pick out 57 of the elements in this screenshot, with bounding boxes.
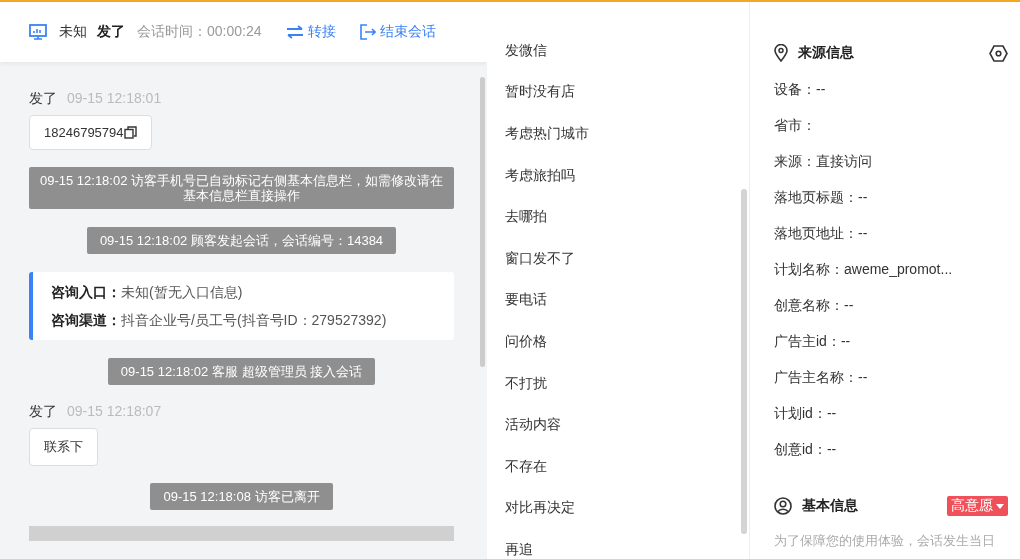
notice-text: 为了保障您的使用体验，会话发生当日 xyxy=(774,532,996,550)
section-title: 基本信息 xyxy=(802,497,858,515)
quick-reply-item[interactable]: 不存在 xyxy=(505,444,749,487)
caret-icon xyxy=(996,503,1004,509)
message-time: 09-15 12:18:01 xyxy=(67,90,162,108)
quick-reply-item[interactable]: 发微信 xyxy=(505,29,749,71)
info-field: 计划名称：aweme_promot... xyxy=(774,261,953,277)
copy-icon[interactable] xyxy=(123,126,137,139)
session-duration: 会话时间：00:00:24 xyxy=(137,23,262,41)
swap-icon xyxy=(285,25,304,39)
settings-icon[interactable] xyxy=(989,44,1008,62)
location-pin-icon xyxy=(774,44,788,62)
quick-reply-item[interactable]: 暂时没有店 xyxy=(505,70,749,113)
info-field: 创意名称：-- xyxy=(774,297,854,313)
message-time: 09-15 12:18:07 xyxy=(67,403,162,421)
quick-reply-item[interactable]: 考虑热门城市 xyxy=(505,112,749,154)
end-session-button[interactable]: 结束会话 xyxy=(359,23,436,41)
info-field: 省市： xyxy=(774,117,816,133)
system-notice: 09-15 12:18:02 客服 超级管理员 接入会话 xyxy=(107,358,376,385)
system-notice: 09-15 12:18:02 顾客发起会话，会话编号：14384 xyxy=(86,227,397,254)
info-label: 咨询入口： xyxy=(51,284,121,302)
quick-reply-item[interactable]: 对比再决定 xyxy=(505,486,749,529)
message-text: 联系下 xyxy=(44,438,83,456)
info-field: 设备：-- xyxy=(774,81,826,97)
transfer-button[interactable]: 转接 xyxy=(285,23,336,41)
user-icon xyxy=(774,497,792,515)
info-field: 落地页地址：-- xyxy=(774,225,868,241)
info-value: 未知(暂无入口信息) xyxy=(121,284,243,302)
info-field: 落地页标题：-- xyxy=(774,189,868,205)
quick-reply-item[interactable]: 窗口发不了 xyxy=(505,236,749,279)
info-field: 广告主名称：-- xyxy=(774,369,868,385)
quick-reply-item[interactable]: 活动内容 xyxy=(505,403,749,445)
monitor-icon xyxy=(29,24,47,40)
visitor-nickname: 发了 xyxy=(97,23,125,41)
quick-reply-item[interactable]: 不打扰 xyxy=(505,361,749,404)
quick-reply-item[interactable]: 要电话 xyxy=(505,278,749,321)
section-title: 来源信息 xyxy=(798,44,854,62)
system-notice: 09-15 12:18:08 访客已离开 xyxy=(150,483,333,510)
quick-reply-item[interactable]: 去哪拍 xyxy=(505,195,749,237)
sender-name: 发了 xyxy=(29,403,57,421)
info-label: 咨询渠道： xyxy=(51,312,121,330)
quick-reply-item[interactable]: 问价格 xyxy=(505,320,749,362)
info-field: 创意id：-- xyxy=(774,441,837,457)
quick-reply-item[interactable]: 再追 xyxy=(505,528,749,559)
message-text: 18246795794 xyxy=(44,125,124,140)
info-field: 广告主id：-- xyxy=(774,333,851,349)
info-field: 计划id：-- xyxy=(774,405,837,421)
quick-reply-item[interactable]: 考虑旅拍吗 xyxy=(505,153,749,196)
exit-icon xyxy=(359,24,376,40)
scrollbar[interactable] xyxy=(741,189,747,534)
scrollbar[interactable] xyxy=(480,77,485,367)
info-value: 抖音企业号/员工号(抖音号ID：279527392) xyxy=(121,312,387,330)
system-notice: 09-15 12:18:02 访客手机号已自动标记右侧基本信息栏，如需修改请在基本信息栏直接操作 xyxy=(29,167,454,209)
visitor-name: 未知 xyxy=(59,23,87,41)
info-field: 来源：直接访问 xyxy=(774,153,872,169)
intent-tag[interactable]: 高意愿 xyxy=(947,496,1008,516)
sender-name: 发了 xyxy=(29,90,57,108)
